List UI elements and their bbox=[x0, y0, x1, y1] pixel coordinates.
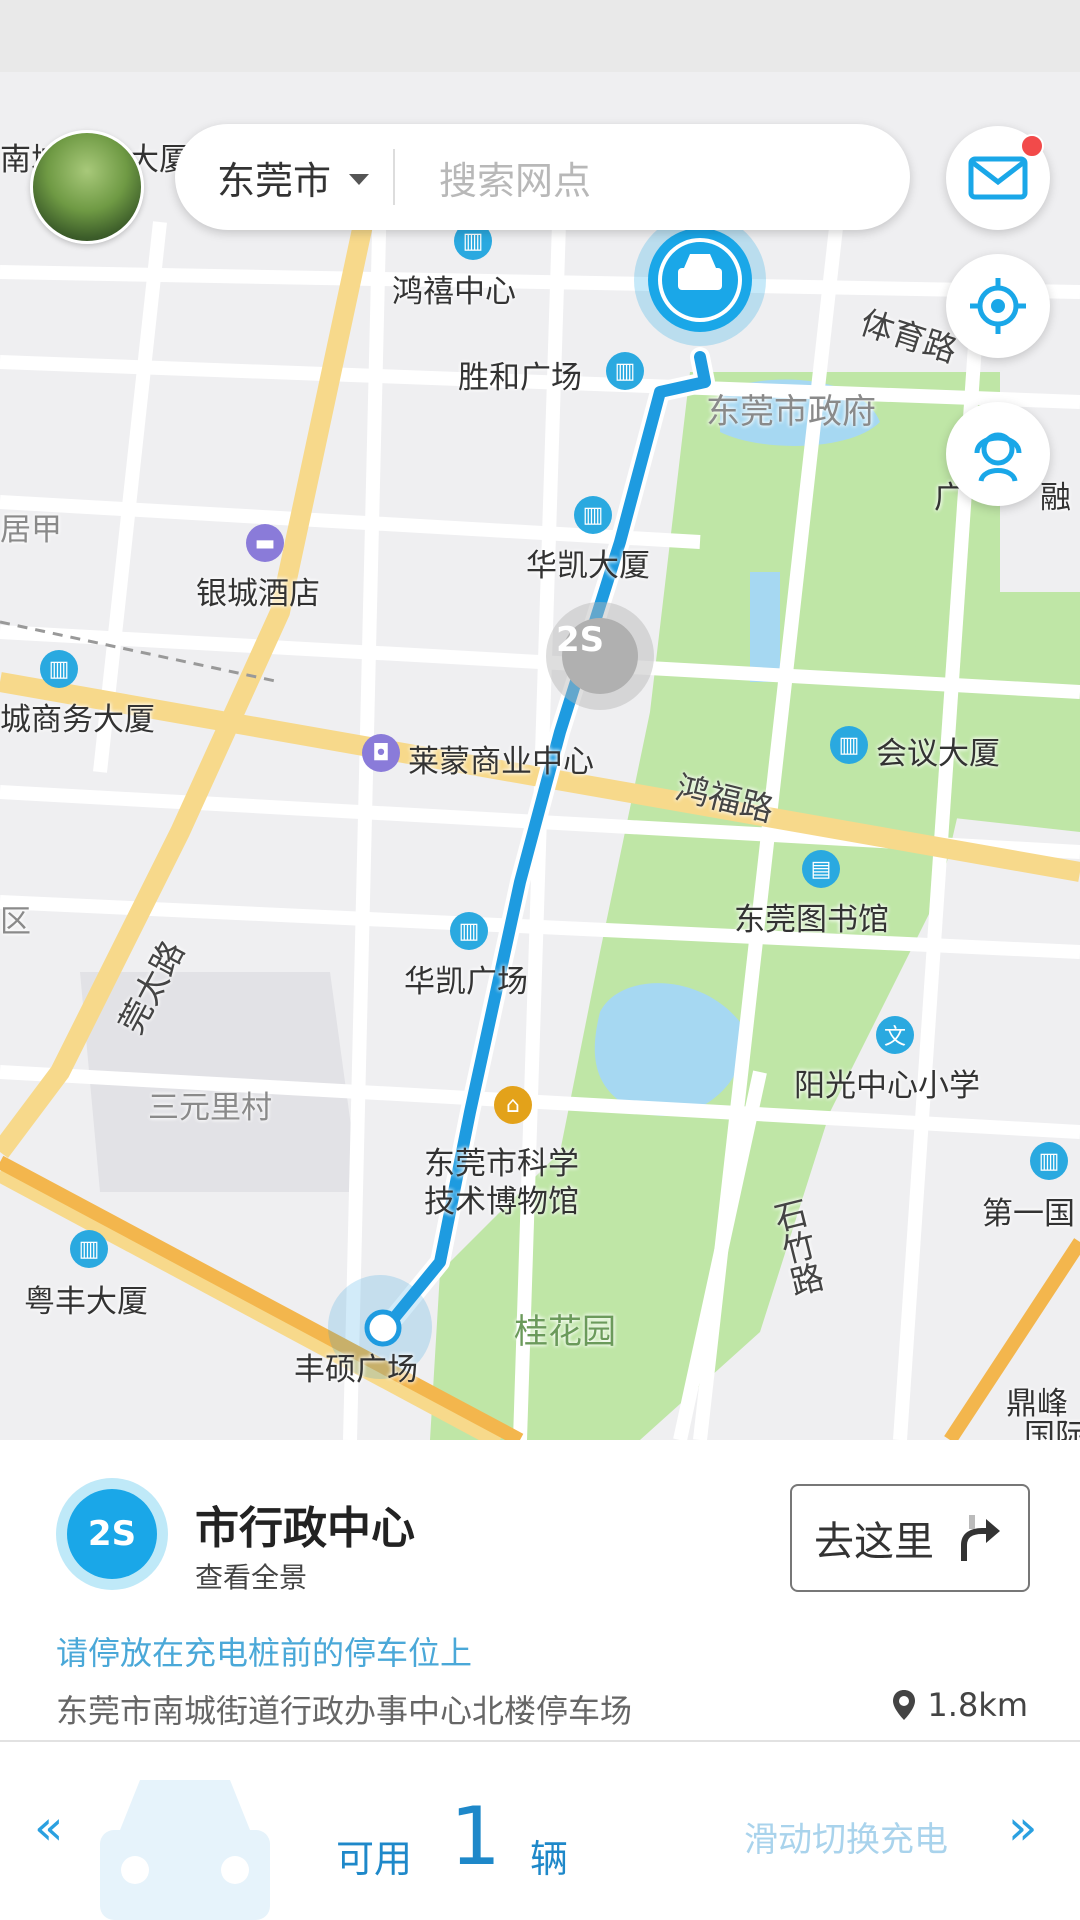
poi-dingfeng-2: 国际 bbox=[1024, 1418, 1080, 1440]
turn-right-arrow-icon bbox=[961, 1515, 1000, 1561]
message-button[interactable] bbox=[946, 126, 1050, 230]
building-icon: ▥ bbox=[40, 650, 78, 688]
panorama-link[interactable]: 查看全景 bbox=[195, 1556, 307, 1596]
available-prefix: 可用 bbox=[336, 1837, 413, 1881]
hotel-icon: ▬ bbox=[246, 524, 284, 562]
poi-fengshuo: 丰硕广场 bbox=[294, 1352, 418, 1388]
poi-sanyuanli: 三元里村 bbox=[148, 1090, 272, 1126]
available-count: 1 bbox=[450, 1790, 501, 1883]
distance-info: 1.8km bbox=[891, 1686, 1028, 1724]
poi-guihuayuan: 桂花园 bbox=[514, 1312, 616, 1352]
available-unit: 辆 bbox=[530, 1837, 569, 1881]
locate-icon bbox=[970, 278, 1026, 334]
chevron-down-icon[interactable] bbox=[349, 173, 370, 185]
building-icon: ▥ bbox=[606, 352, 644, 390]
poi-shenghe: 胜和广场 bbox=[458, 360, 582, 396]
station-badge: 2S bbox=[56, 1478, 168, 1590]
location-pin-icon bbox=[893, 1690, 916, 1720]
poi-hongxi: 鸿禧中心 bbox=[392, 274, 516, 310]
poi-district-edge: 区 bbox=[0, 904, 31, 940]
user-avatar[interactable] bbox=[30, 130, 144, 244]
poi-gov: 东莞市政府 bbox=[706, 392, 876, 432]
poi-right-edge-2: 融 bbox=[1040, 480, 1071, 516]
search-divider bbox=[393, 149, 396, 205]
customer-service-button[interactable] bbox=[946, 402, 1050, 506]
shopping-icon: ◘ bbox=[362, 734, 400, 772]
building-icon: ▥ bbox=[450, 912, 488, 950]
navigate-label: 去这里 bbox=[814, 1519, 934, 1565]
parking-notice: 请停放在充电桩前的停车位上 bbox=[56, 1634, 473, 1672]
station-address: 东莞市南城街道行政办事中心北楼停车场 bbox=[56, 1692, 633, 1730]
school-icon: 文 bbox=[876, 1016, 914, 1054]
poi-library: 东莞图书馆 bbox=[734, 902, 889, 938]
poi-sunshine-school: 阳光中心小学 bbox=[794, 1068, 980, 1104]
library-icon: ▤ bbox=[802, 850, 840, 888]
carousel-prev-button[interactable]: « bbox=[34, 1800, 63, 1856]
search-bar[interactable]: 东莞市 搜索网点 bbox=[175, 124, 910, 230]
poi-laimeng: 莱蒙商业中心 bbox=[408, 744, 594, 780]
poi-huakai-guangchang: 华凯广场 bbox=[404, 964, 528, 1000]
poi-shangwu: 城商务大厦 bbox=[0, 702, 155, 738]
locate-button[interactable] bbox=[946, 254, 1050, 358]
poi-huiyi-dasha: 会议大厦 bbox=[876, 736, 1000, 772]
museum-icon: ⌂ bbox=[494, 1086, 532, 1124]
navigate-button[interactable]: 去这里 bbox=[790, 1484, 1030, 1592]
poi-yuefeng: 粤丰大厦 bbox=[24, 1284, 148, 1320]
customer-service-icon bbox=[974, 432, 1022, 482]
distance-value: 1.8km bbox=[927, 1686, 1028, 1724]
poi-yincheng-hotel: 银城酒店 bbox=[196, 576, 320, 612]
building-icon: ▥ bbox=[70, 1230, 108, 1268]
city-selector[interactable]: 东莞市 bbox=[217, 150, 331, 205]
map[interactable]: 2S ▥ 鸿禧中心 胜和广场 ▥ 体育路 东莞市政府 ▥ 华凯大厦 ▬ 银城酒店… bbox=[0, 72, 1080, 1440]
poi-huakai-dasha: 华凯大厦 bbox=[526, 548, 650, 584]
swipe-hint: 滑动切换充电 bbox=[744, 1820, 948, 1860]
search-input[interactable]: 搜索网点 bbox=[439, 150, 591, 205]
mail-icon bbox=[968, 156, 1028, 200]
map-marker-2s-label[interactable]: 2S bbox=[556, 620, 604, 660]
notification-dot bbox=[1020, 134, 1044, 158]
building-icon: ▥ bbox=[574, 496, 612, 534]
poi-jiayuan: 居甲 bbox=[0, 512, 62, 548]
carousel-next-button[interactable]: » bbox=[1008, 1800, 1037, 1856]
station-badge-label: 2S bbox=[67, 1489, 157, 1579]
poi-science-museum-2: 技术博物馆 bbox=[424, 1184, 579, 1220]
status-bar bbox=[0, 0, 1080, 72]
building-icon: ▥ bbox=[1030, 1142, 1068, 1180]
station-name: 市行政中心 bbox=[195, 1503, 415, 1554]
building-icon: ▥ bbox=[830, 726, 868, 764]
poi-diyi: 第一国 bbox=[982, 1196, 1075, 1232]
car-background-icon bbox=[100, 1780, 270, 1920]
